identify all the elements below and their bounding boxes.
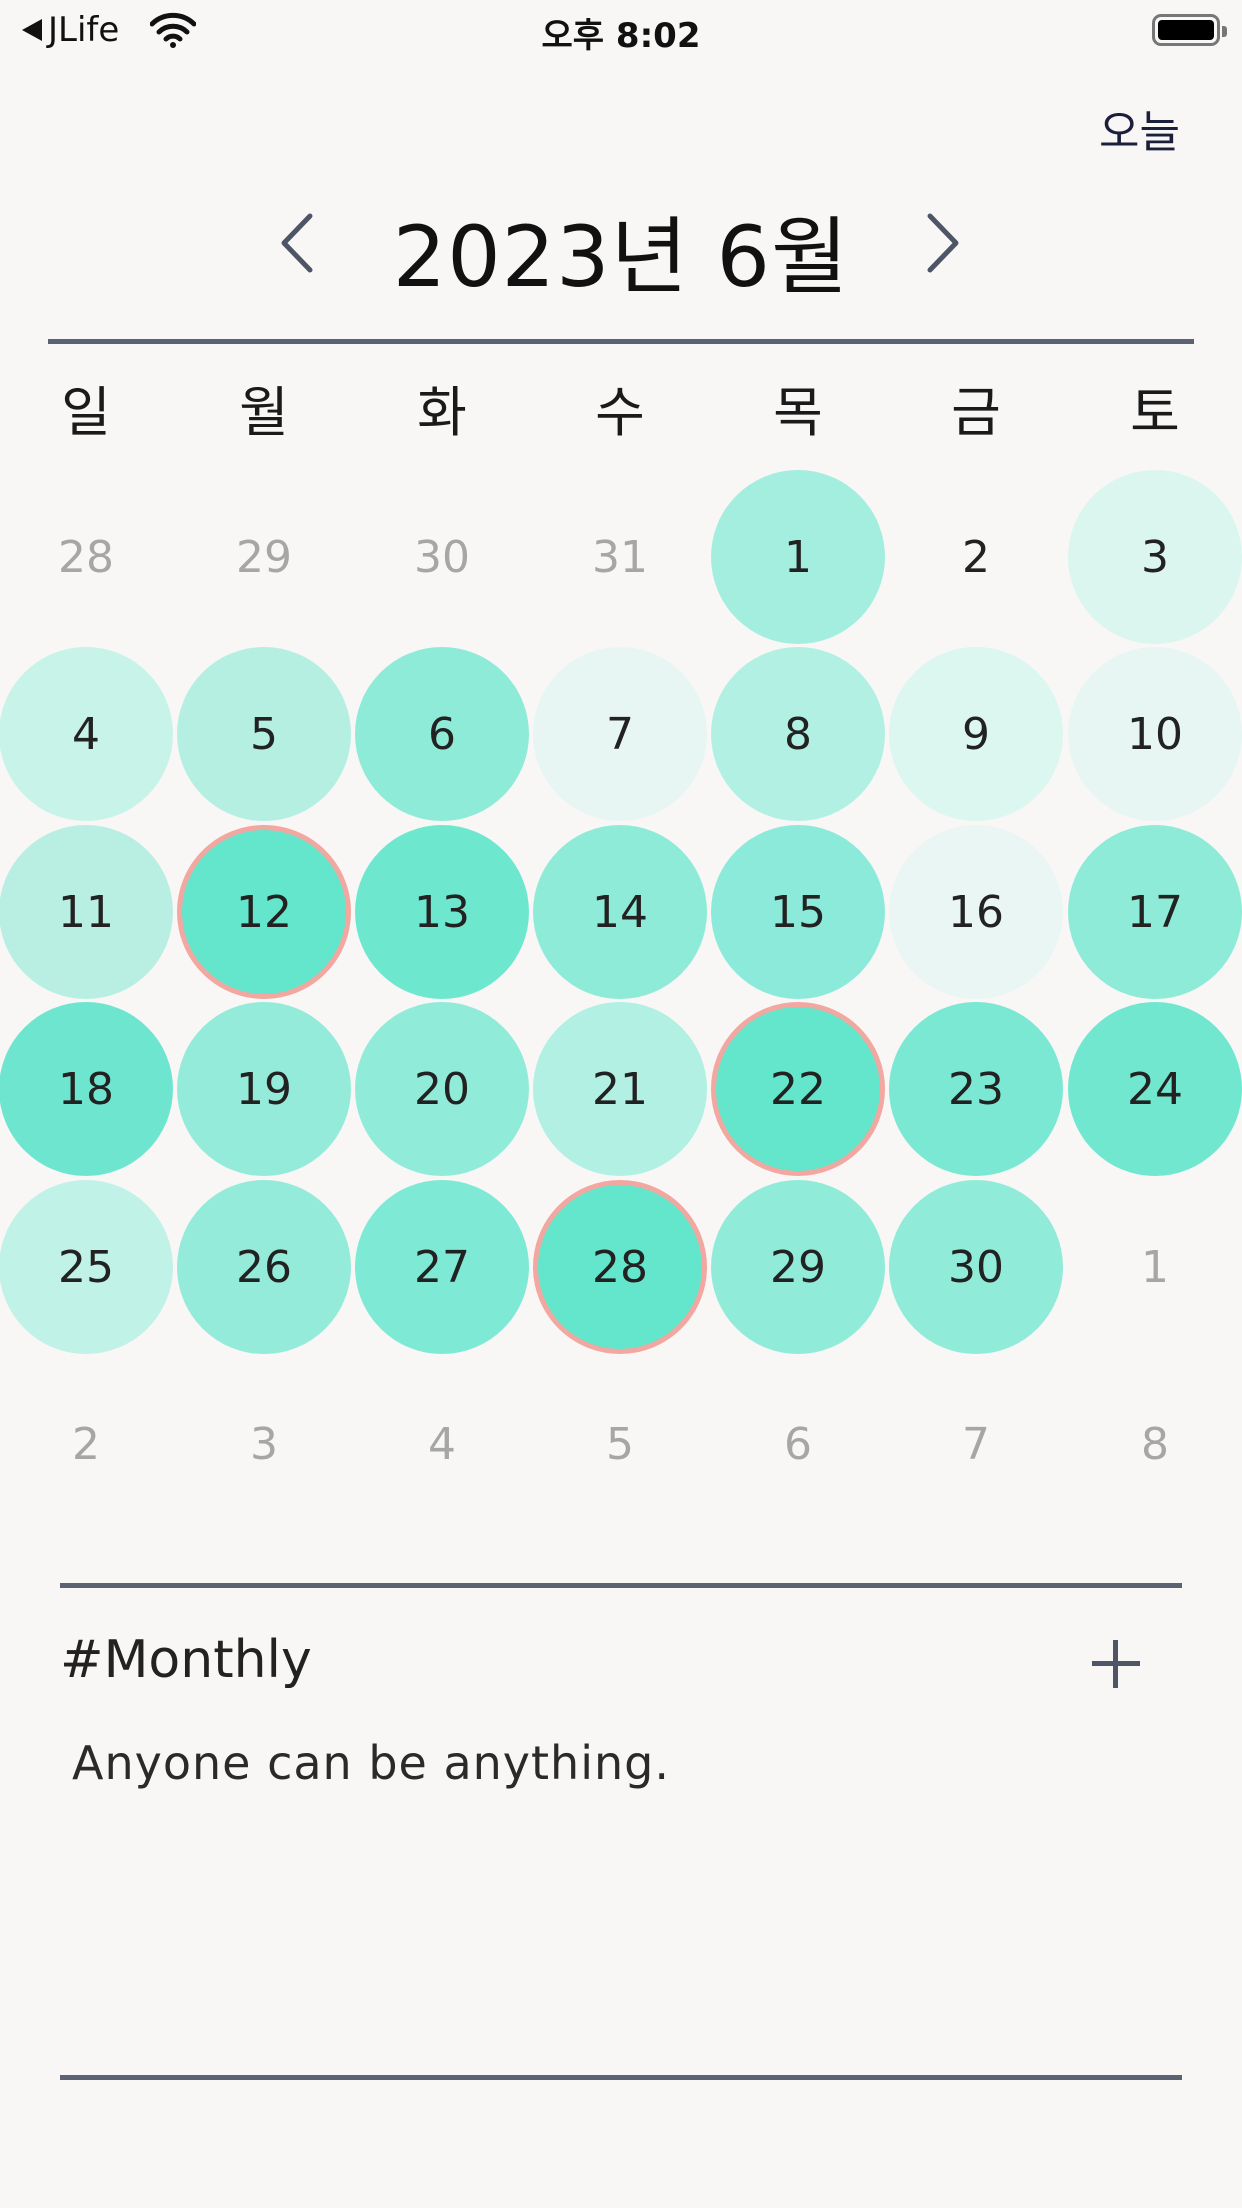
calendar-day-outside[interactable]: 8 bbox=[1068, 1357, 1242, 1531]
status-time: 오후 8:02 bbox=[541, 16, 701, 56]
status-bar: JLife 오후 8:02 bbox=[0, 0, 1242, 62]
calendar-day[interactable]: 5 bbox=[177, 647, 351, 821]
weekday-label: 토 bbox=[1130, 381, 1180, 444]
calendar-day[interactable]: 3 bbox=[1068, 470, 1242, 644]
add-monthly-note-button[interactable] bbox=[1092, 1640, 1140, 1688]
calendar-day-outside[interactable]: 7 bbox=[889, 1357, 1063, 1531]
calendar-day[interactable]: 17 bbox=[1068, 825, 1242, 999]
calendar-day[interactable]: 20 bbox=[355, 1002, 529, 1176]
calendar-day[interactable]: 26 bbox=[177, 1180, 351, 1354]
calendar-day-outside[interactable]: 29 bbox=[177, 470, 351, 644]
calendar-day[interactable]: 4 bbox=[0, 647, 173, 821]
calendar-day[interactable]: 11 bbox=[0, 825, 173, 999]
calendar-day[interactable]: 14 bbox=[533, 825, 707, 999]
calendar-day[interactable]: 18 bbox=[0, 1002, 173, 1176]
monthly-section-title: #Monthly bbox=[60, 1630, 312, 1690]
previous-month-button[interactable] bbox=[268, 208, 328, 278]
calendar-day[interactable]: 30 bbox=[889, 1180, 1063, 1354]
monthly-bottom-divider bbox=[60, 2075, 1182, 2080]
calendar-day-outside[interactable]: 28 bbox=[0, 470, 173, 644]
weekday-label: 월 bbox=[239, 381, 289, 444]
calendar-day[interactable]: 15 bbox=[711, 825, 885, 999]
calendar-day[interactable]: 27 bbox=[355, 1180, 529, 1354]
calendar-day-outside[interactable]: 2 bbox=[0, 1357, 173, 1531]
weekday-label: 수 bbox=[595, 381, 645, 444]
calendar-day[interactable]: 7 bbox=[533, 647, 707, 821]
weekday-label: 일 bbox=[61, 381, 111, 444]
calendar-day[interactable]: 29 bbox=[711, 1180, 885, 1354]
calendar-day-outside[interactable]: 3 bbox=[177, 1357, 351, 1531]
calendar-day[interactable]: 19 bbox=[177, 1002, 351, 1176]
calendar-day-outside[interactable]: 30 bbox=[355, 470, 529, 644]
weekday-label: 목 bbox=[773, 381, 823, 444]
next-month-button[interactable] bbox=[912, 208, 972, 278]
calendar-day[interactable]: 1 bbox=[711, 470, 885, 644]
calendar-day-outside[interactable]: 31 bbox=[533, 470, 707, 644]
monthly-note-text[interactable]: Anyone can be anything. bbox=[72, 1736, 670, 1790]
calendar-day-outside[interactable]: 5 bbox=[533, 1357, 707, 1531]
calendar-day-outside[interactable]: 1 bbox=[1068, 1180, 1242, 1354]
today-button[interactable]: 오늘 bbox=[1099, 96, 1180, 160]
calendar-day[interactable]: 6 bbox=[355, 647, 529, 821]
calendar-day[interactable]: 24 bbox=[1068, 1002, 1242, 1176]
calendar-day[interactable]: 16 bbox=[889, 825, 1063, 999]
weekday-label: 화 bbox=[417, 381, 467, 444]
calendar-day[interactable]: 21 bbox=[533, 1002, 707, 1176]
calendar-day[interactable]: 10 bbox=[1068, 647, 1242, 821]
calendar-day[interactable]: 8 bbox=[711, 647, 885, 821]
calendar-day[interactable]: 13 bbox=[355, 825, 529, 999]
calendar-day[interactable]: 28 bbox=[533, 1180, 707, 1354]
calendar-day[interactable]: 22 bbox=[711, 1002, 885, 1176]
month-title: 2023년 6월 bbox=[392, 208, 850, 306]
calendar-top-divider bbox=[48, 339, 1194, 344]
calendar-day-outside[interactable]: 6 bbox=[711, 1357, 885, 1531]
calendar-day[interactable]: 9 bbox=[889, 647, 1063, 821]
calendar-day-outside[interactable]: 4 bbox=[355, 1357, 529, 1531]
weekday-label: 금 bbox=[951, 381, 1001, 444]
monthly-top-divider bbox=[60, 1583, 1182, 1588]
calendar-day[interactable]: 25 bbox=[0, 1180, 173, 1354]
calendar-day[interactable]: 12 bbox=[177, 825, 351, 999]
calendar-day[interactable]: 2 bbox=[889, 470, 1063, 644]
battery-icon bbox=[1152, 14, 1227, 46]
calendar-day[interactable]: 23 bbox=[889, 1002, 1063, 1176]
